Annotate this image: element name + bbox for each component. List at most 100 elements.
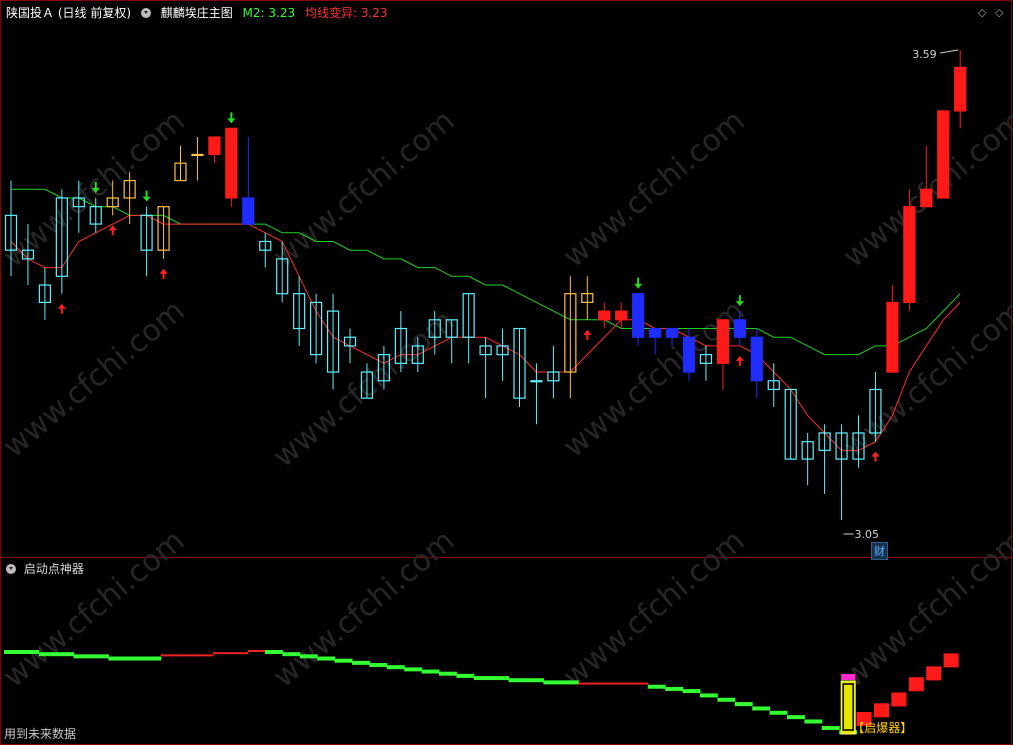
high-price-label: 3.59 bbox=[912, 48, 937, 61]
candle-body bbox=[225, 127, 238, 199]
buy-arrow-icon bbox=[735, 355, 744, 366]
sub-bar-segment bbox=[613, 682, 631, 685]
main-header: 陕国投Ａ (日线 前复权) 麒麟埃庄主图 M2: 3.23 均线变异: 3.23 bbox=[6, 4, 394, 21]
candlestick bbox=[750, 328, 763, 399]
sub-bar-segment bbox=[230, 652, 249, 655]
sub-bar-segment bbox=[821, 726, 840, 730]
sub-bar-segment bbox=[212, 652, 231, 655]
candlestick bbox=[784, 388, 797, 460]
candle-body bbox=[242, 197, 255, 225]
sub-bar-segment bbox=[73, 654, 92, 659]
candlestick bbox=[818, 424, 831, 494]
chart-svg: www.cfchi.com www.cfchi.com www.cfchi.com w… bbox=[0, 0, 1013, 745]
sub-bar-segment bbox=[473, 676, 492, 681]
candle-body bbox=[682, 336, 696, 373]
sub-indicator-menu-icon[interactable] bbox=[6, 564, 16, 574]
watermark-text: www.cfchi.com bbox=[0, 293, 191, 464]
high-pointer-line bbox=[940, 49, 959, 54]
candle-body bbox=[750, 336, 763, 382]
sell-arrow-icon bbox=[227, 112, 236, 124]
sub-bar-segment bbox=[717, 697, 736, 702]
sub-bar-segment bbox=[352, 660, 370, 665]
sub-bar-block bbox=[891, 692, 907, 707]
indicator-name[interactable]: 麒麟埃庄主图 bbox=[161, 6, 233, 20]
candle-body bbox=[716, 319, 730, 364]
candlestick bbox=[208, 136, 221, 164]
sub-bar-segment bbox=[439, 671, 457, 676]
sub-bar-segment bbox=[160, 654, 179, 657]
watermark-text: www.cfchi.com bbox=[557, 523, 752, 694]
sub-bar-segment bbox=[282, 652, 301, 657]
candle-body bbox=[733, 319, 746, 338]
candlestick bbox=[479, 337, 492, 399]
sub-bar-segment bbox=[578, 682, 597, 685]
candle-body bbox=[598, 310, 611, 321]
sub-bar-block bbox=[943, 653, 959, 668]
sub-header: 启动点神器 bbox=[6, 560, 84, 577]
signal-arrows bbox=[57, 112, 880, 462]
sub-bar-segment bbox=[682, 689, 701, 694]
watermark-text: www.cfchi.com bbox=[267, 523, 462, 694]
candlestick bbox=[581, 276, 594, 320]
sub-bar-segment bbox=[526, 678, 544, 683]
buy-arrow-head bbox=[583, 329, 592, 335]
candlestick bbox=[225, 127, 238, 207]
sub-bar-segment bbox=[630, 682, 649, 685]
finance-badge[interactable]: 财 bbox=[871, 542, 888, 560]
candlestick bbox=[632, 293, 645, 346]
candlestick bbox=[326, 293, 340, 390]
sub-bar-segment bbox=[247, 650, 266, 652]
sell-arrow-head bbox=[142, 196, 151, 202]
zoom-out-icon[interactable]: ◇ bbox=[995, 6, 1003, 19]
candlestick bbox=[903, 189, 916, 312]
sub-bar-segment bbox=[752, 706, 771, 711]
sub-bar-segment bbox=[91, 654, 109, 659]
indicator-menu-icon[interactable] bbox=[140, 8, 151, 18]
stock-name[interactable]: 陕国投Ａ bbox=[6, 6, 54, 20]
buy-arrow-head bbox=[159, 268, 168, 274]
candle-body bbox=[191, 153, 204, 157]
candle-body bbox=[632, 293, 645, 338]
chart-borders bbox=[0, 0, 1013, 745]
buy-arrow-icon bbox=[57, 303, 66, 314]
sub-bar-segment bbox=[421, 669, 440, 674]
candlestick bbox=[598, 302, 611, 329]
sub-bar-block bbox=[908, 677, 924, 692]
candlestick bbox=[767, 363, 780, 407]
candle-body bbox=[937, 110, 950, 199]
sub-bar-segment bbox=[734, 702, 753, 707]
candle-body bbox=[665, 327, 679, 338]
candle-body bbox=[886, 301, 899, 373]
sub-bar-segment bbox=[804, 719, 823, 724]
candlestick bbox=[496, 328, 509, 381]
buy-arrow-head bbox=[735, 355, 744, 361]
sub-bar-segment bbox=[543, 680, 562, 685]
sub-bar-block bbox=[874, 703, 889, 718]
sub-bar-segment bbox=[56, 652, 75, 657]
sub-bar-segment bbox=[386, 665, 405, 670]
sub-indicator-name[interactable]: 启动点神器 bbox=[24, 562, 84, 576]
buy-arrow-head bbox=[57, 303, 66, 309]
candle-body bbox=[530, 380, 543, 383]
launch-marker-top bbox=[841, 674, 856, 680]
sub-bar-segment bbox=[787, 715, 805, 720]
watermark-text: www.cfchi.com bbox=[0, 523, 191, 694]
candle-body bbox=[208, 136, 221, 156]
sell-arrow-head bbox=[634, 283, 643, 289]
watermark-text: www.cfchi.com bbox=[267, 103, 462, 274]
sub-bar-segment bbox=[665, 686, 684, 691]
sub-bar-segment bbox=[195, 654, 214, 657]
candlestick bbox=[547, 345, 560, 399]
launch-label: 【启爆器】 bbox=[852, 721, 912, 735]
sub-bar-segment bbox=[647, 684, 666, 689]
candle-body bbox=[648, 327, 662, 338]
watermark-text: www.cfchi.com bbox=[557, 103, 752, 274]
zoom-in-icon[interactable]: ◇ bbox=[978, 6, 986, 19]
candle-body bbox=[920, 188, 933, 208]
candlestick bbox=[615, 302, 628, 329]
watermark-text: www.cfchi.com bbox=[837, 523, 1013, 694]
buy-arrow-icon bbox=[159, 268, 168, 279]
sub-bar-segment bbox=[560, 680, 579, 685]
sub-bar-segment bbox=[508, 678, 527, 683]
sell-arrow-icon bbox=[634, 277, 643, 289]
